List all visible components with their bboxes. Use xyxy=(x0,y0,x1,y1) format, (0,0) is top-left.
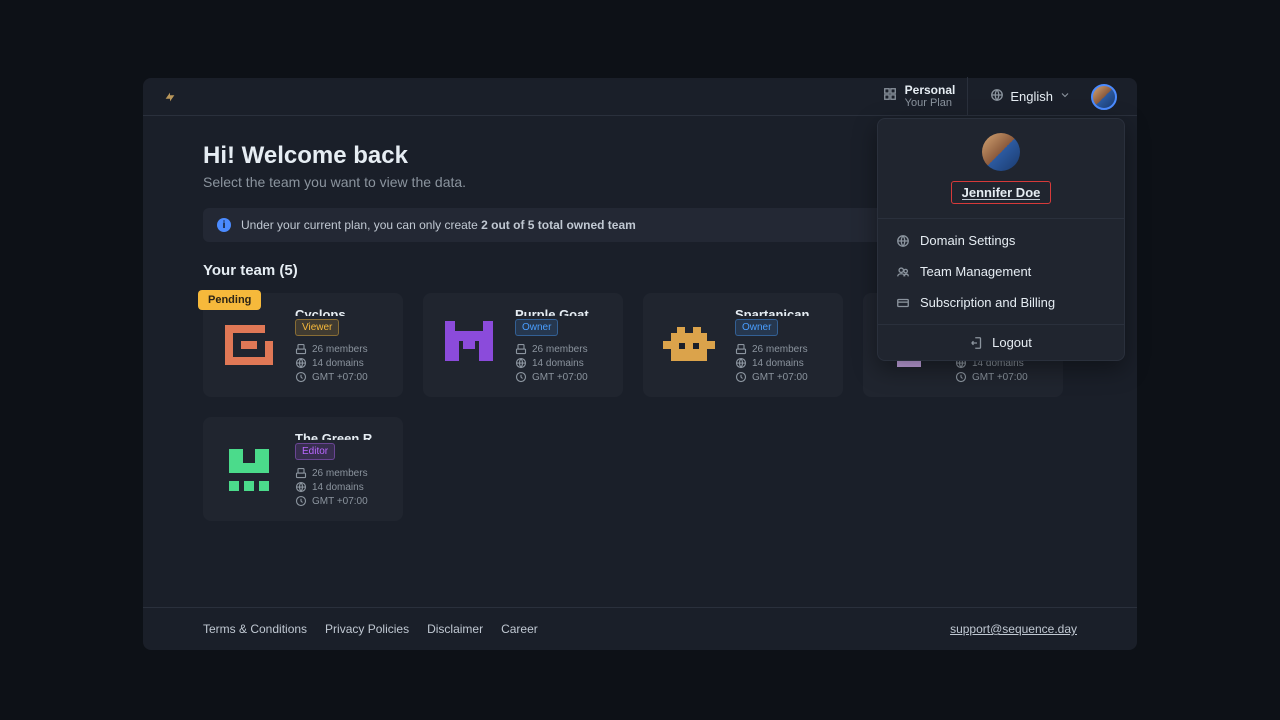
team-avatar-icon xyxy=(217,437,281,501)
team-card[interactable]: Spartanican Owner 26 members 14 domains … xyxy=(643,293,843,397)
user-dropdown: Jennifer Doe Domain Settings Team Manage… xyxy=(877,118,1125,361)
menu-subscription-billing[interactable]: Subscription and Billing xyxy=(878,287,1124,318)
clock-icon xyxy=(955,371,967,383)
topbar: Personal Your Plan English xyxy=(143,78,1137,116)
dropdown-avatar xyxy=(982,133,1020,171)
timezone: GMT +07:00 xyxy=(752,372,808,383)
footer-link-disclaimer[interactable]: Disclaimer xyxy=(427,622,483,636)
timezone: GMT +07:00 xyxy=(532,372,588,383)
plan-subtitle: Your Plan xyxy=(905,97,956,110)
logout-label: Logout xyxy=(992,335,1032,350)
menu-logout[interactable]: Logout xyxy=(878,324,1124,360)
team-card[interactable]: Pending Cyclops Viewer 26 members 14 dom… xyxy=(203,293,403,397)
timezone: GMT +07:00 xyxy=(312,496,368,507)
footer: Terms & Conditions Privacy Policies Disc… xyxy=(143,607,1137,650)
domains-icon xyxy=(735,357,747,369)
team-name: The Green Robo xyxy=(295,431,389,440)
dropdown-username[interactable]: Jennifer Doe xyxy=(951,181,1052,204)
domains-count: 14 domains xyxy=(532,358,584,369)
timezone: GMT +07:00 xyxy=(972,372,1028,383)
plan-selector[interactable]: Personal Your Plan xyxy=(871,77,969,117)
clock-icon xyxy=(735,371,747,383)
team-avatar-icon xyxy=(657,313,721,377)
info-icon: i xyxy=(217,218,231,232)
team-avatar-icon xyxy=(217,313,281,377)
menu-label: Domain Settings xyxy=(920,233,1015,248)
timezone: GMT +07:00 xyxy=(312,372,368,383)
team-card[interactable]: The Green Robo Editor 26 members 14 doma… xyxy=(203,417,403,521)
menu-team-management[interactable]: Team Management xyxy=(878,256,1124,287)
members-count: 26 members xyxy=(312,344,368,355)
members-icon xyxy=(295,343,307,355)
role-badge: Editor xyxy=(295,443,335,460)
domains-count: 14 domains xyxy=(312,358,364,369)
support-email[interactable]: support@sequence.day xyxy=(950,622,1077,636)
members-count: 26 members xyxy=(752,344,808,355)
clock-icon xyxy=(295,495,307,507)
role-badge: Owner xyxy=(735,319,778,336)
domains-icon xyxy=(295,481,307,493)
footer-link-career[interactable]: Career xyxy=(501,622,538,636)
domains-count: 14 domains xyxy=(312,482,364,493)
user-avatar[interactable] xyxy=(1091,84,1117,110)
domains-count: 14 domains xyxy=(752,358,804,369)
members-icon xyxy=(735,343,747,355)
app-logo[interactable] xyxy=(163,90,177,104)
menu-label: Team Management xyxy=(920,264,1031,279)
role-badge: Owner xyxy=(515,319,558,336)
chevron-down-icon xyxy=(1059,89,1071,104)
role-badge: Viewer xyxy=(295,319,339,336)
clock-icon xyxy=(515,371,527,383)
team-name: Spartanican xyxy=(735,307,809,316)
team-card[interactable]: Purple Goat Owner 26 members 14 domains … xyxy=(423,293,623,397)
domains-icon xyxy=(515,357,527,369)
pending-badge: Pending xyxy=(198,290,261,310)
banner-text: Under your current plan, you can only cr… xyxy=(241,218,636,232)
domains-icon xyxy=(295,357,307,369)
menu-domain-settings[interactable]: Domain Settings xyxy=(878,225,1124,256)
team-avatar-icon xyxy=(437,313,501,377)
logout-icon xyxy=(970,336,984,350)
team-name: Purple Goat xyxy=(515,307,589,316)
globe-icon xyxy=(990,88,1004,105)
members-icon xyxy=(295,467,307,479)
card-icon xyxy=(896,296,910,310)
grid-icon xyxy=(883,87,897,106)
language-label: English xyxy=(1010,89,1053,104)
team-name: Cyclops xyxy=(295,307,368,316)
menu-label: Subscription and Billing xyxy=(920,295,1055,310)
members-count: 26 members xyxy=(532,344,588,355)
footer-link-terms[interactable]: Terms & Conditions xyxy=(203,622,307,636)
users-icon xyxy=(896,265,910,279)
members-count: 26 members xyxy=(312,468,368,479)
footer-link-privacy[interactable]: Privacy Policies xyxy=(325,622,409,636)
clock-icon xyxy=(295,371,307,383)
language-selector[interactable]: English xyxy=(980,82,1081,111)
members-icon xyxy=(515,343,527,355)
globe-icon xyxy=(896,234,910,248)
plan-name: Personal xyxy=(905,83,956,97)
